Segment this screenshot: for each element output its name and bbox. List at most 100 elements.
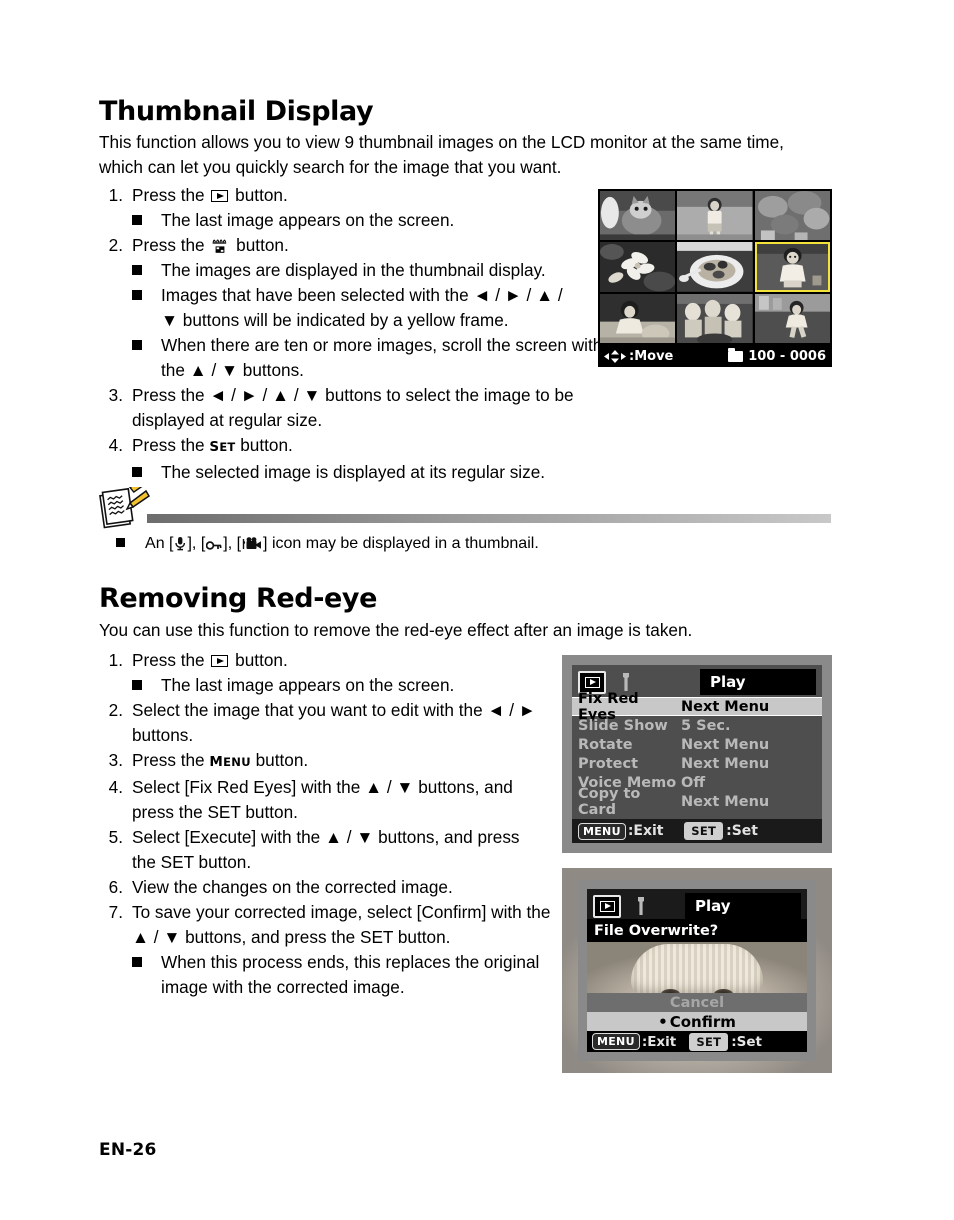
- note-text-before: An [: [145, 535, 174, 552]
- step-text-post: button.: [240, 435, 293, 455]
- bullet-marker: [132, 460, 142, 485]
- section-heading-thumbnail-display: Thumbnail Display: [99, 96, 374, 127]
- bullet-text: When there are ten or more images, scrol…: [161, 335, 603, 380]
- set-badge: SET: [684, 822, 724, 840]
- menu-row-copy-to-card[interactable]: Copy to Card Next Menu: [572, 786, 822, 818]
- thumbnail-cell-cat: [600, 191, 676, 241]
- set-button-icon: SET: [209, 438, 236, 455]
- list-item-bullet: When this process ends, this replaces th…: [99, 950, 551, 1000]
- bullet-marker: [132, 258, 142, 283]
- list-item-step-1: 1. Press the button.: [99, 648, 544, 673]
- bullet-marker: [132, 208, 142, 233]
- bullet-text: Images that have been selected with the …: [161, 285, 563, 330]
- list-item-step-3: 3. Press the ◄ / ► / ▲ / ▼ buttons to se…: [99, 383, 602, 433]
- play-tab-icon: [584, 676, 600, 688]
- play-menu-lcd: Play Fix Red Eyes Next Menu Slide Show 5…: [572, 665, 822, 843]
- step-text-pre: Press the: [132, 750, 205, 770]
- bullet-text: The last image appears on the screen.: [161, 210, 455, 230]
- step-text-pre: Press the: [132, 185, 205, 205]
- menu-badge: MENU: [592, 1033, 640, 1050]
- confirm-lcd: Play File Overwrite? Cancel • Confirm ME…: [587, 889, 807, 1052]
- wrench-icon: [638, 897, 644, 915]
- list-item-step-7: 7. To save your corrected image, select …: [99, 900, 557, 950]
- confirm-title: Play: [685, 893, 801, 919]
- thumbnail-button-icon: [211, 237, 229, 255]
- bullet-text: When this process ends, this replaces th…: [161, 951, 540, 997]
- bullet-text: The selected image is displayed at its r…: [161, 461, 546, 482]
- menu-row-slide-show[interactable]: Slide Show 5 Sec.: [572, 716, 822, 735]
- menu-row-value: Next Menu: [681, 793, 770, 810]
- list-item-bullet: The last image appears on the screen.: [99, 208, 579, 233]
- thumbnail-cell-flowers: [600, 242, 676, 292]
- bullet-text: The images are displayed in the thumbnai…: [161, 260, 546, 280]
- file-overwrite-screenshot: Play File Overwrite? Cancel • Confirm ME…: [562, 868, 832, 1073]
- tab-play[interactable]: [593, 894, 621, 918]
- thumbnail-status-bar: :Move 100 - 0006: [598, 345, 832, 367]
- set-badge: SET: [689, 1032, 729, 1051]
- dpad-arrows-icon: [604, 349, 626, 363]
- list-item-bullet: The last image appears on the screen.: [99, 673, 544, 698]
- step-number: 4.: [108, 776, 123, 797]
- step-text-post: button.: [255, 750, 309, 770]
- step-number: 3.: [108, 750, 123, 770]
- option-confirm-label: Confirm: [669, 1012, 736, 1031]
- menu-row-fix-red-eyes[interactable]: Fix Red Eyes Next Menu: [572, 691, 822, 723]
- option-confirm[interactable]: • Confirm: [587, 1012, 807, 1031]
- video-camera-icon: [242, 536, 262, 558]
- list-item-step-2: 2. Press the button.: [99, 233, 579, 258]
- step-number: 2.: [108, 235, 123, 255]
- tab-setup[interactable]: [627, 895, 655, 918]
- bullet-marker: [132, 333, 142, 358]
- bullet-text: The last image appears on the screen.: [161, 675, 455, 695]
- menu-row-label: Copy to Card: [578, 785, 641, 818]
- thumbnail-cell-children-group: [677, 293, 753, 343]
- list-item-bullet: When there are ten or more images, scrol…: [99, 333, 611, 383]
- file-number-label: 100 - 0006: [748, 348, 826, 364]
- step-number: 1.: [108, 185, 123, 205]
- menu-row-rotate[interactable]: Rotate Next Menu: [572, 735, 822, 754]
- menu-row-value: 5 Sec.: [681, 717, 731, 734]
- menu-row-value: Off: [681, 774, 706, 791]
- option-cancel[interactable]: Cancel: [587, 993, 807, 1012]
- list-item-step-5: 5. Select [Execute] with the ▲ / ▼ butto…: [99, 825, 532, 875]
- play-button-icon: [211, 655, 229, 667]
- menu-row-label: Slide Show: [578, 717, 668, 734]
- set-action-label: :Set: [731, 1033, 762, 1050]
- section2-intro-paragraph: You can use this function to remove the …: [99, 620, 693, 640]
- thumbnail-grid: [598, 189, 832, 345]
- thumbnail-cell-plants: [754, 191, 830, 241]
- step-number: 2.: [108, 700, 123, 720]
- menu-row-value: Next Menu: [681, 755, 770, 772]
- play-menu-title: Play: [700, 669, 816, 695]
- note-pencil-icon: [99, 480, 151, 536]
- menu-badge: MENU: [578, 822, 626, 840]
- list-item-step-4: 4. Press the SET button.: [99, 433, 579, 460]
- step-text-pre: Press the: [132, 650, 205, 670]
- list-item-step-4: 4. Select [Fix Red Eyes] with the ▲ / ▼ …: [99, 775, 552, 825]
- list-item-bullet: The images are displayed in the thumbnai…: [99, 258, 579, 283]
- folder-icon: [728, 347, 744, 362]
- menu-button-icon: MENU: [209, 753, 251, 770]
- step-text-pre: Press the: [132, 435, 205, 455]
- page-footer-label: EN-26: [99, 1140, 157, 1160]
- play-menu-hint-bar: MENU :Exit SET :Set: [572, 819, 822, 843]
- set-action-label: :Set: [726, 823, 758, 839]
- step-number: 1.: [108, 650, 123, 670]
- menu-action-label: :Exit: [641, 1033, 677, 1050]
- menu-row-value: Next Menu: [681, 736, 770, 753]
- thumbnail-display-screenshot: :Move 100 - 0006: [598, 189, 832, 367]
- menu-action-label: :Exit: [627, 823, 664, 839]
- menu-row-protect[interactable]: Protect Next Menu: [572, 754, 822, 773]
- step-number: 5.: [108, 826, 123, 847]
- note-divider: [147, 514, 831, 523]
- bullet-marker: [132, 950, 142, 975]
- step-text: View the changes on the corrected image.: [132, 876, 453, 897]
- confirm-bezel: Play File Overwrite? Cancel • Confirm ME…: [578, 880, 816, 1061]
- thumbnail-cell-child-on-grass-selected[interactable]: [754, 242, 830, 292]
- step-text-pre: Press the: [132, 235, 205, 255]
- menu-row-value: Next Menu: [681, 698, 770, 715]
- step-text: To save your corrected image, select [Co…: [132, 901, 551, 947]
- menu-row-label: Rotate: [578, 736, 633, 753]
- menu-row-label: Protect: [578, 755, 639, 772]
- step-number: 4.: [108, 435, 123, 455]
